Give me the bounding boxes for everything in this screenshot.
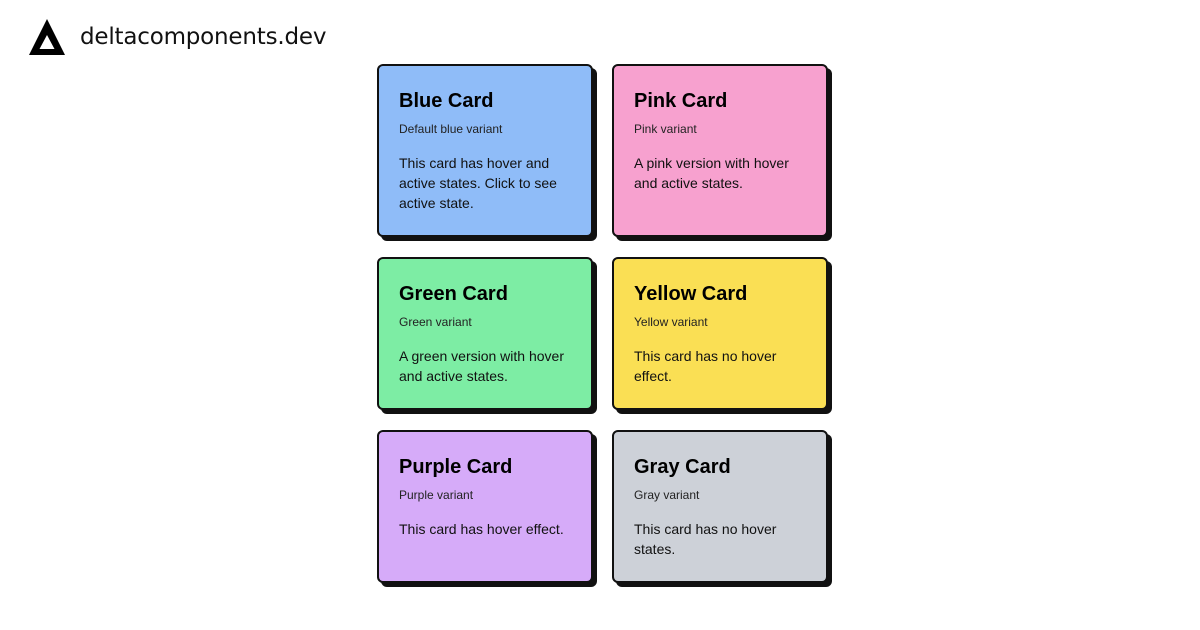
card-body: A pink version with hover and active sta… <box>634 155 789 191</box>
card-grid: Blue Card Default blue variant This card… <box>377 64 828 583</box>
brand[interactable]: deltacomponents.dev <box>28 18 326 56</box>
gray-card[interactable]: Gray Card Gray variant This card has no … <box>612 430 828 583</box>
card-title: Yellow Card <box>634 283 748 305</box>
brand-name: deltacomponents.dev <box>80 24 327 50</box>
yellow-card[interactable]: Yellow Card Yellow variant This card has… <box>612 257 828 410</box>
card-subtitle: Gray variant <box>634 488 700 502</box>
card-subtitle: Pink variant <box>634 122 697 136</box>
card-subtitle: Green variant <box>399 315 472 329</box>
card-body: This card has no hover effect. <box>634 348 777 384</box>
purple-card[interactable]: Purple Card Purple variant This card has… <box>377 430 593 583</box>
card-title: Pink Card <box>634 90 728 112</box>
card-body: A green version with hover and active st… <box>399 348 564 384</box>
pink-card[interactable]: Pink Card Pink variant A pink version wi… <box>612 64 828 237</box>
card-title: Gray Card <box>634 456 731 478</box>
card-title: Green Card <box>399 283 508 305</box>
card-subtitle: Yellow variant <box>634 315 708 329</box>
card-body: This card has hover and active states. C… <box>399 155 557 211</box>
delta-triangle-icon <box>29 19 65 55</box>
card-subtitle: Default blue variant <box>399 122 503 136</box>
card-body: This card has hover effect. <box>399 521 564 537</box>
card-body: This card has no hover states. <box>634 521 777 557</box>
blue-card[interactable]: Blue Card Default blue variant This card… <box>377 64 593 237</box>
card-subtitle: Purple variant <box>399 488 474 502</box>
green-card[interactable]: Green Card Green variant A green version… <box>377 257 593 410</box>
card-title: Purple Card <box>399 456 513 478</box>
card-title: Blue Card <box>399 90 494 112</box>
